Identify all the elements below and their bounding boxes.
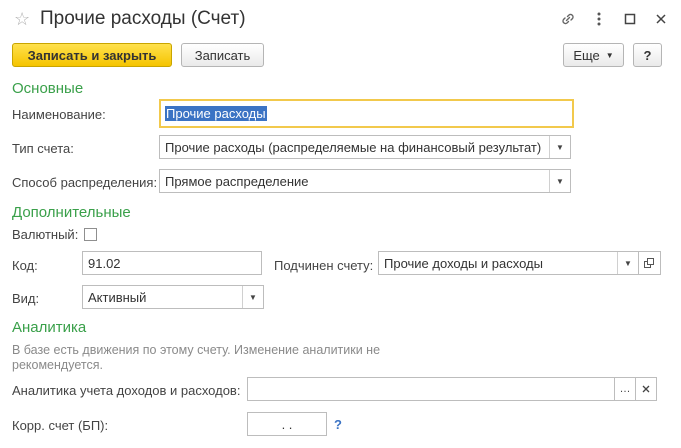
currency-label: Валютный: <box>12 227 79 242</box>
corr-account-input[interactable]: . . <box>247 412 327 436</box>
more-button[interactable]: Еще ▼ <box>563 43 624 67</box>
kind-value: Активный <box>88 289 147 305</box>
help-button[interactable]: ? <box>633 43 662 67</box>
maximize-icon[interactable] <box>621 10 639 28</box>
select-ellipsis-button[interactable]: … <box>614 377 636 401</box>
name-input[interactable]: Прочие расходы <box>159 99 574 128</box>
section-additional-heading: Дополнительные <box>12 204 131 221</box>
clear-icon[interactable] <box>635 377 657 401</box>
name-input-value: Прочие расходы <box>165 106 267 121</box>
account-type-label: Тип счета: <box>12 141 74 156</box>
dropdown-arrow-icon[interactable]: ▼ <box>549 136 570 158</box>
more-actions-icon[interactable] <box>590 10 608 28</box>
section-analytics-heading: Аналитика <box>12 319 87 336</box>
close-icon[interactable] <box>652 10 670 28</box>
code-label: Код: <box>12 258 38 273</box>
dropdown-arrow-icon[interactable]: ▼ <box>242 286 263 308</box>
distribution-value: Прямое распределение <box>165 173 309 189</box>
dropdown-arrow-icon[interactable]: ▼ <box>549 170 570 192</box>
save-and-close-button[interactable]: Записать и закрыть <box>12 43 172 67</box>
code-value: 91.02 <box>88 255 121 271</box>
distribution-select[interactable]: Прямое распределение ▼ <box>159 169 571 193</box>
corr-account-value: . . <box>281 416 293 432</box>
kind-label: Вид: <box>12 291 40 306</box>
save-button[interactable]: Записать <box>181 43 264 67</box>
kind-select[interactable]: Активный ▼ <box>82 285 264 309</box>
analytics-warning-note: В базе есть движения по этому счету. Изм… <box>12 343 381 372</box>
favorite-star-icon[interactable]: ☆ <box>14 9 30 29</box>
account-type-select[interactable]: Прочие расходы (распределяемые на финанс… <box>159 135 571 159</box>
section-main-heading: Основные <box>12 80 84 97</box>
chevron-down-icon: ▼ <box>605 50 614 60</box>
corr-help-link[interactable]: ? <box>334 417 342 432</box>
page-title: Прочие расходы (Счет) <box>40 8 246 29</box>
name-label: Наименование: <box>12 107 106 122</box>
distribution-label: Способ распределения: <box>12 175 158 190</box>
analytics-label: Аналитика учета доходов и расходов: <box>12 383 241 398</box>
more-button-label: Еще <box>573 47 600 63</box>
parent-account-label: Подчинен счету: <box>274 258 374 273</box>
dropdown-arrow-icon[interactable]: ▼ <box>617 252 638 274</box>
link-icon[interactable] <box>559 10 577 28</box>
parent-account-value: Прочие доходы и расходы <box>384 255 543 271</box>
code-input[interactable]: 91.02 <box>82 251 262 275</box>
analytics-input[interactable] <box>247 377 615 401</box>
corr-account-label: Корр. счет (БП): <box>12 418 109 433</box>
open-parent-account-icon[interactable] <box>639 251 661 275</box>
account-type-value: Прочие расходы (распределяемые на финанс… <box>165 139 542 155</box>
parent-account-select[interactable]: Прочие доходы и расходы ▼ <box>378 251 639 275</box>
currency-checkbox[interactable] <box>84 228 97 241</box>
